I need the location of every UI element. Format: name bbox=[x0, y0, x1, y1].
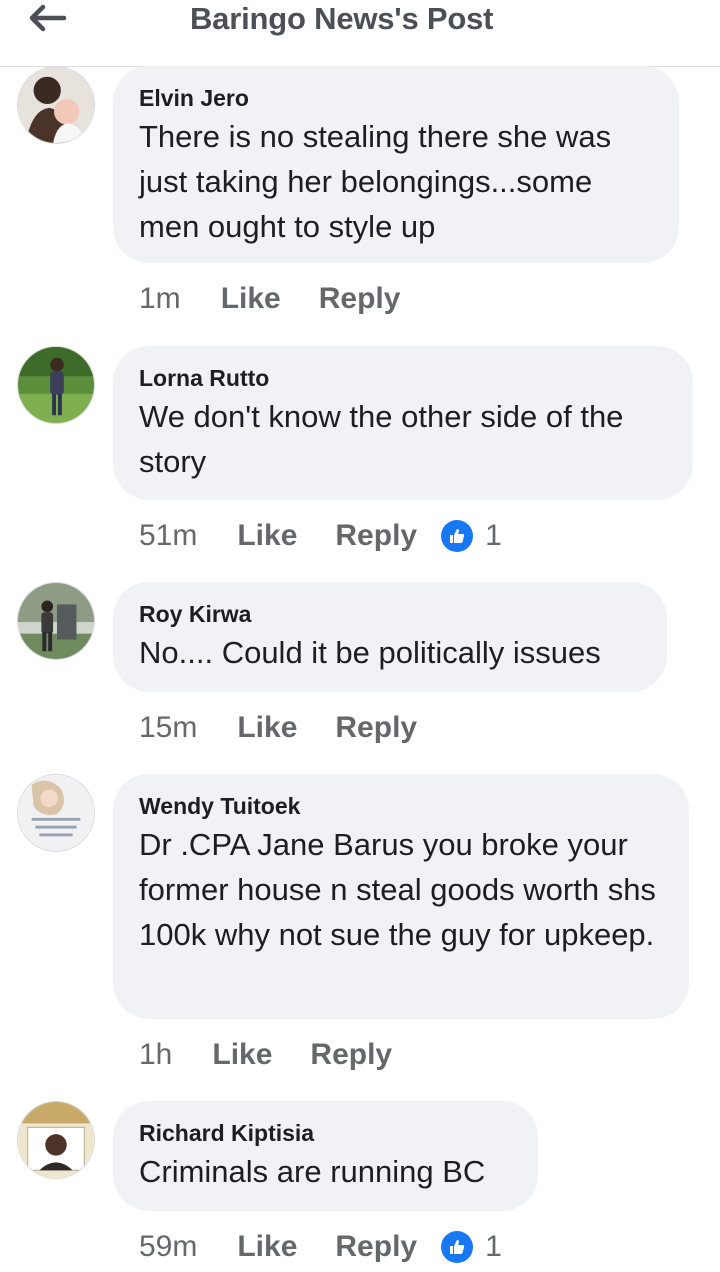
reaction-summary[interactable]: 1 bbox=[441, 519, 502, 553]
avatar[interactable] bbox=[17, 346, 95, 424]
comment-actions: 59m Like Reply 1 bbox=[139, 1227, 502, 1267]
avatar[interactable] bbox=[17, 1101, 95, 1179]
comment-time[interactable]: 59m bbox=[139, 1230, 197, 1264]
like-reaction-icon bbox=[441, 520, 474, 552]
comment-text: There is no stealing there she was just … bbox=[139, 119, 612, 244]
reply-button[interactable]: Reply bbox=[335, 1230, 417, 1264]
comment-author[interactable]: Lorna Rutto bbox=[139, 364, 667, 392]
comment-author[interactable]: Roy Kirwa bbox=[139, 600, 641, 628]
page-title: Baringo News's Post bbox=[190, 1, 494, 36]
comment-text: Criminals are running BC bbox=[139, 1154, 486, 1189]
comment-actions: 51m Like Reply 1 bbox=[139, 516, 502, 556]
comment-author[interactable]: Richard Kiptisia bbox=[139, 1119, 512, 1147]
comment-time[interactable]: 15m bbox=[139, 711, 197, 745]
reply-button[interactable]: Reply bbox=[319, 282, 401, 316]
like-button[interactable]: Like bbox=[237, 711, 297, 745]
like-button[interactable]: Like bbox=[221, 282, 281, 316]
like-reaction-icon bbox=[441, 1231, 474, 1263]
comment-actions: 15m Like Reply bbox=[139, 708, 417, 748]
comment-time[interactable]: 1m bbox=[139, 282, 181, 316]
top-bar: Baringo News's Post bbox=[0, 0, 720, 67]
avatar-photo bbox=[18, 1102, 94, 1178]
reply-button[interactable]: Reply bbox=[310, 1038, 392, 1072]
avatar-photo bbox=[18, 347, 94, 423]
like-button[interactable]: Like bbox=[212, 1038, 272, 1072]
reaction-count: 1 bbox=[485, 1230, 502, 1263]
avatar-photo bbox=[18, 67, 94, 143]
comment-bubble: Elvin Jero There is no stealing there sh… bbox=[113, 66, 679, 263]
comment-author[interactable]: Elvin Jero bbox=[139, 84, 653, 112]
comment-bubble: Wendy Tuitoek Dr .CPA Jane Barus you bro… bbox=[113, 774, 689, 1019]
comment-bubble: Lorna Rutto We don't know the other side… bbox=[113, 346, 693, 500]
reaction-count: 1 bbox=[485, 519, 502, 552]
like-button[interactable]: Like bbox=[237, 1230, 297, 1264]
comment-actions: 1h Like Reply bbox=[139, 1035, 392, 1075]
comment-author[interactable]: Wendy Tuitoek bbox=[139, 792, 663, 820]
comment-text: No.... Could it be politically issues bbox=[139, 635, 601, 670]
comment-time[interactable]: 51m bbox=[139, 519, 197, 553]
comment-actions: 1m Like Reply bbox=[139, 279, 400, 319]
comment-text: Dr .CPA Jane Barus you broke your former… bbox=[139, 827, 656, 952]
reply-button[interactable]: Reply bbox=[335, 519, 417, 553]
reply-button[interactable]: Reply bbox=[335, 711, 417, 745]
comment-bubble: Roy Kirwa No.... Could it be politically… bbox=[113, 582, 667, 692]
comment-bubble: Richard Kiptisia Criminals are running B… bbox=[113, 1101, 538, 1211]
comment-text: We don't know the other side of the stor… bbox=[139, 399, 624, 479]
back-button[interactable] bbox=[28, 2, 68, 34]
arrow-left-icon bbox=[29, 4, 67, 32]
avatar-photo bbox=[18, 583, 94, 659]
avatar[interactable] bbox=[17, 774, 95, 852]
avatar-photo bbox=[18, 775, 94, 851]
like-button[interactable]: Like bbox=[237, 519, 297, 553]
reaction-summary[interactable]: 1 bbox=[441, 1230, 502, 1264]
comment-time[interactable]: 1h bbox=[139, 1038, 172, 1072]
avatar[interactable] bbox=[17, 582, 95, 660]
avatar[interactable] bbox=[17, 66, 95, 144]
